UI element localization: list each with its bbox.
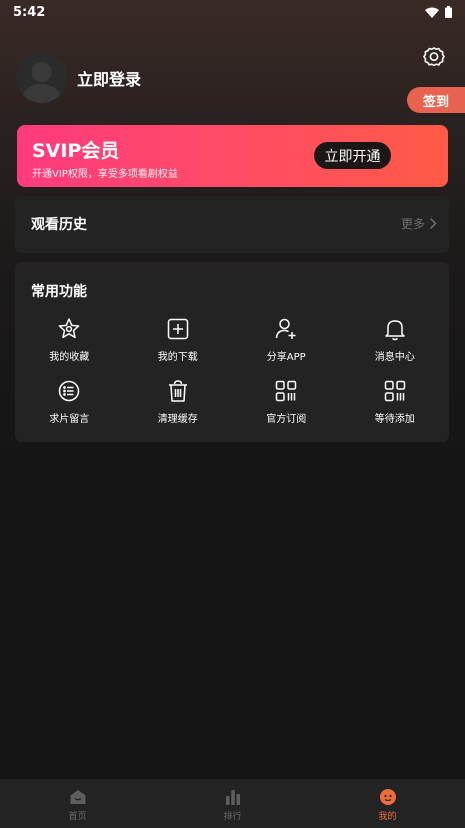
checkin-button[interactable]: 签到 xyxy=(407,87,465,113)
login-link[interactable]: 立即登录 xyxy=(77,66,141,90)
chart-icon xyxy=(225,790,240,805)
grid-icon xyxy=(276,380,297,402)
func-label: 清理缓存 xyxy=(157,414,198,425)
func-request-message[interactable]: 求片留言 xyxy=(15,376,124,438)
common-functions-card: 常用功能 我的收藏 我的下载 分享APP 消息中心 求片留言 清理缓存 官方订阅… xyxy=(15,262,449,442)
func-label: 我的收藏 xyxy=(49,352,90,363)
svip-banner[interactable]: SVIP会员 开通VIP权限，享受多项看剧权益 立即开通 xyxy=(17,125,448,187)
func-label: 消息中心 xyxy=(374,352,415,363)
functions-grid: 我的收藏 我的下载 分享APP 消息中心 求片留言 清理缓存 官方订阅 等待添加 xyxy=(15,314,449,438)
chevron-right-icon xyxy=(429,217,437,230)
star-icon xyxy=(58,318,80,339)
nav-label: 首页 xyxy=(68,812,87,822)
watch-history-card[interactable]: 观看历史 更多 xyxy=(15,196,449,253)
svip-title: SVIP会员 xyxy=(32,140,120,162)
nav-label: 我的 xyxy=(378,812,397,822)
trash-icon xyxy=(168,380,187,402)
list-circle-icon xyxy=(59,380,80,402)
functions-title: 常用功能 xyxy=(31,284,87,300)
func-pending-add[interactable]: 等待添加 xyxy=(341,376,450,438)
nav-ranking[interactable]: 排行 xyxy=(155,779,310,828)
nav-mine[interactable]: 我的 xyxy=(310,779,465,828)
func-label: 官方订阅 xyxy=(266,414,307,425)
func-label: 等待添加 xyxy=(374,414,415,425)
status-bar: 5:42 xyxy=(0,0,465,24)
profile-face-icon xyxy=(379,789,396,805)
func-downloads[interactable]: 我的下载 xyxy=(124,314,233,376)
func-messages[interactable]: 消息中心 xyxy=(341,314,450,376)
grid-icon xyxy=(384,380,405,402)
func-clear-cache[interactable]: 清理缓存 xyxy=(124,376,233,438)
func-label: 我的下载 xyxy=(157,352,198,363)
svip-open-button[interactable]: 立即开通 xyxy=(314,142,391,169)
status-icons xyxy=(425,6,452,18)
status-time: 5:42 xyxy=(13,4,46,20)
user-add-icon xyxy=(276,318,296,339)
svip-subtitle: 开通VIP权限，享受多项看剧权益 xyxy=(32,169,178,180)
nav-home[interactable]: 首页 xyxy=(0,779,155,828)
func-label: 分享APP xyxy=(266,352,306,363)
nav-label: 排行 xyxy=(223,812,242,822)
func-share-app[interactable]: 分享APP xyxy=(232,314,341,376)
history-title: 观看历史 xyxy=(31,217,87,233)
bottom-nav: 首页 排行 我的 xyxy=(0,779,465,828)
home-icon xyxy=(70,790,85,804)
battery-icon xyxy=(445,6,452,18)
wifi-icon xyxy=(425,7,439,18)
avatar[interactable] xyxy=(16,52,67,103)
history-more-label: 更多 xyxy=(400,217,425,231)
func-favorites[interactable]: 我的收藏 xyxy=(15,314,124,376)
bell-icon xyxy=(385,320,405,341)
settings-gear-icon[interactable] xyxy=(421,44,447,70)
func-official-subscribe[interactable]: 官方订阅 xyxy=(232,376,341,438)
profile-header[interactable]: 立即登录 xyxy=(16,52,141,103)
history-more-link[interactable]: 更多 xyxy=(401,215,437,232)
func-label: 求片留言 xyxy=(49,414,90,425)
download-box-icon xyxy=(167,318,188,340)
